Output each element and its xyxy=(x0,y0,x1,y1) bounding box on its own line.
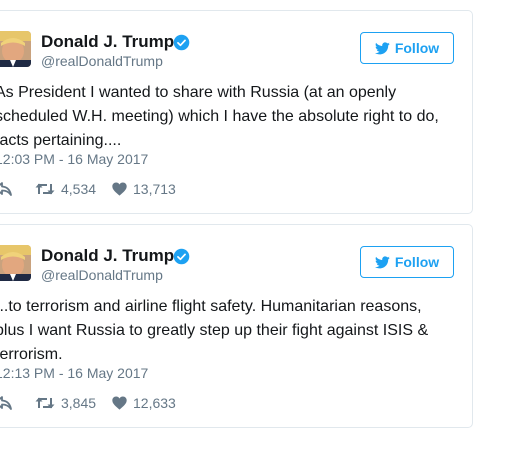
like-button[interactable]: 13,713 xyxy=(112,181,176,197)
author-name[interactable]: Donald J. Trump xyxy=(41,32,174,52)
avatar[interactable] xyxy=(0,245,31,281)
tweet-card[interactable]: Donald J. Trump @realDonaldTrump Follow … xyxy=(0,10,473,214)
like-button[interactable]: 12,633 xyxy=(112,395,176,411)
retweet-count: 4,534 xyxy=(61,181,97,197)
verified-badge-icon xyxy=(173,34,190,51)
tweet-timestamp[interactable]: 12:03 PM - 16 May 2017 xyxy=(0,151,148,167)
retweet-count: 3,845 xyxy=(61,395,97,411)
follow-label: Follow xyxy=(394,254,440,270)
reply-button[interactable] xyxy=(0,182,35,196)
follow-label: Follow xyxy=(394,40,440,56)
reply-icon xyxy=(0,182,12,196)
retweet-button[interactable]: 3,845 xyxy=(35,395,112,411)
heart-icon xyxy=(112,396,127,410)
verified-badge-icon xyxy=(173,248,190,265)
avatar[interactable] xyxy=(0,31,31,67)
author-handle[interactable]: @realDonaldTrump xyxy=(41,267,163,283)
tweet-actions: 3,845 12,633 xyxy=(0,393,176,413)
follow-button[interactable]: Follow xyxy=(360,32,454,64)
reply-button[interactable] xyxy=(0,396,35,410)
follow-button[interactable]: Follow xyxy=(360,246,454,278)
heart-icon xyxy=(112,182,127,196)
tweet-actions: 4,534 13,713 xyxy=(0,179,176,199)
tweet-text: As President I wanted to share with Russ… xyxy=(0,84,439,149)
twitter-bird-icon xyxy=(374,255,390,268)
author-name[interactable]: Donald J. Trump xyxy=(41,246,174,266)
tweet-text: ...to terrorism and airline flight safet… xyxy=(0,298,429,363)
retweet-icon xyxy=(35,183,55,195)
retweet-icon xyxy=(35,397,55,409)
like-count: 13,713 xyxy=(133,181,176,197)
like-count: 12,633 xyxy=(133,395,176,411)
author-handle[interactable]: @realDonaldTrump xyxy=(41,53,163,69)
reply-icon xyxy=(0,396,12,410)
tweet-card[interactable]: Donald J. Trump @realDonaldTrump Follow … xyxy=(0,224,473,428)
tweet-timestamp[interactable]: 12:13 PM - 16 May 2017 xyxy=(0,365,148,381)
twitter-bird-icon xyxy=(374,41,390,54)
retweet-button[interactable]: 4,534 xyxy=(35,181,112,197)
